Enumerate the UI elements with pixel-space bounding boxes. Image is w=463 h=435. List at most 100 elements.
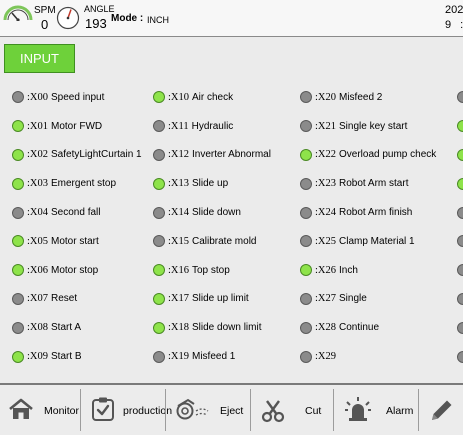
status-led-off-icon (153, 235, 165, 248)
status-led-off-icon (300, 235, 312, 248)
io-code: :X26 (315, 264, 336, 276)
nav-monitor-button[interactable]: Monitor (0, 385, 80, 435)
status-led-on-icon (12, 148, 24, 161)
io-label: Speed input (51, 91, 105, 103)
io-label: Start A (51, 322, 82, 334)
io-label: Air check (192, 91, 234, 103)
io-label: Overload pump check (339, 149, 437, 161)
status-led-off-icon (457, 91, 463, 104)
io-code: :X18 (168, 322, 189, 334)
io-label: Motor start (51, 235, 99, 247)
status-led-off-icon (457, 350, 463, 363)
io-input-row: :X01 Motor FWD (12, 112, 142, 141)
io-input-row: :X08 Start A (12, 313, 142, 342)
spm-gauge-icon (3, 5, 33, 21)
io-label: Reset (51, 293, 78, 305)
nav-eject-label: Eject (220, 405, 244, 417)
io-label: Start B (51, 351, 82, 363)
io-label: SafetyLightCurtain 1 (51, 149, 142, 161)
io-input-row: :X19 Misfeed 1 (153, 342, 271, 371)
nav-eject-button[interactable]: Eject (166, 385, 250, 435)
io-label: Single (339, 293, 367, 305)
status-led-off-icon (12, 91, 24, 104)
io-code: :X03 (27, 178, 48, 190)
io-input-row: :X07 Reset (12, 285, 142, 314)
io-label: Slide down limit (192, 322, 262, 334)
io-input-row (457, 256, 463, 285)
io-code: :X21 (315, 120, 336, 132)
io-label: Slide up limit (192, 293, 249, 305)
io-input-row: :X00 Speed input (12, 83, 142, 112)
io-code: :X05 (27, 235, 48, 247)
io-input-row (457, 198, 463, 227)
io-code: :X22 (315, 149, 336, 161)
io-input-row: :X20 Misfeed 2 (300, 83, 436, 112)
io-label: Slide up (192, 178, 229, 190)
status-led-off-icon (12, 321, 24, 334)
io-input-row (457, 313, 463, 342)
io-label: Robot Arm start (339, 178, 409, 190)
io-input-row: :X03 Emergent stop (12, 169, 142, 198)
status-header: SPM 0 ANGLE 193 Mode : INCH 202 9 : (0, 0, 463, 37)
io-label: Single key start (339, 120, 408, 132)
io-input-row: :X24 Robot Arm finish (300, 198, 436, 227)
io-label: Calibrate mold (192, 235, 257, 247)
io-input-row: :X17 Slide up limit (153, 285, 271, 314)
status-led-off-icon (153, 206, 165, 219)
status-led-on-icon (457, 120, 463, 133)
status-led-off-icon (300, 177, 312, 190)
io-input-row: :X18 Slide down limit (153, 313, 271, 342)
io-code: :X28 (315, 322, 336, 334)
io-input-row: :X15 Calibrate mold (153, 227, 271, 256)
status-led-off-icon (300, 120, 312, 133)
io-label: Slide down (192, 207, 241, 219)
status-led-on-icon (12, 120, 24, 133)
io-code: :X14 (168, 207, 189, 219)
nav-monitor-label: Monitor (44, 405, 80, 417)
nav-edit-button[interactable] (419, 385, 463, 435)
status-led-on-icon (12, 264, 24, 277)
status-led-on-icon (12, 235, 24, 248)
io-code: :X27 (315, 293, 336, 305)
status-led-on-icon (153, 321, 165, 334)
io-code: :X16 (168, 264, 189, 276)
mode-label: Mode : (111, 13, 144, 24)
nav-cut-button[interactable]: Cut (251, 385, 333, 435)
io-code: :X06 (27, 264, 48, 276)
io-code: :X23 (315, 178, 336, 190)
angle-label: ANGLE (84, 4, 115, 14)
io-input-row: :X13 Slide up (153, 169, 271, 198)
status-led-off-icon (153, 120, 165, 133)
io-code: :X07 (27, 293, 48, 305)
scissors-icon (261, 399, 285, 428)
io-code: :X15 (168, 235, 189, 247)
io-label: Continue (339, 322, 380, 334)
tab-input[interactable]: INPUT (4, 44, 75, 73)
io-label: Misfeed 1 (192, 351, 236, 363)
nav-alarm-button[interactable]: Alarm (334, 385, 418, 435)
bottom-navigation: Monitor production Eject Cut Alarm (0, 383, 463, 435)
io-code: :X24 (315, 207, 336, 219)
status-led-on-icon (300, 148, 312, 161)
io-code: :X12 (168, 149, 189, 161)
io-code: :X10 (168, 91, 189, 103)
io-code: :X08 (27, 322, 48, 334)
io-code: :X11 (168, 120, 189, 132)
checklist-icon (90, 396, 116, 427)
status-led-on-icon (153, 264, 165, 277)
io-column-x10-x19: :X10 Air check:X11 Hydraulic:X12 Inverter A… (153, 83, 271, 371)
nav-production-button[interactable]: production (81, 385, 172, 435)
spm-value: 0 (41, 17, 49, 32)
io-column-x20-x29: :X20 Misfeed 2 :X21 Single key start :X22 Ove… (300, 83, 436, 371)
io-label: Motor stop (51, 264, 99, 276)
status-led-on-icon (457, 177, 463, 190)
status-led-off-icon (153, 350, 165, 363)
status-led-off-icon (300, 350, 312, 363)
io-input-row: :X02 SafetyLightCurtain 1 (12, 141, 142, 170)
status-led-off-icon (12, 292, 24, 305)
mode-value: INCH (147, 15, 169, 25)
status-led-on-icon (12, 177, 24, 190)
io-label: Emergent stop (51, 178, 117, 190)
io-input-row: :X25 Clamp Material 1 (300, 227, 436, 256)
spm-label: SPM (34, 5, 56, 16)
